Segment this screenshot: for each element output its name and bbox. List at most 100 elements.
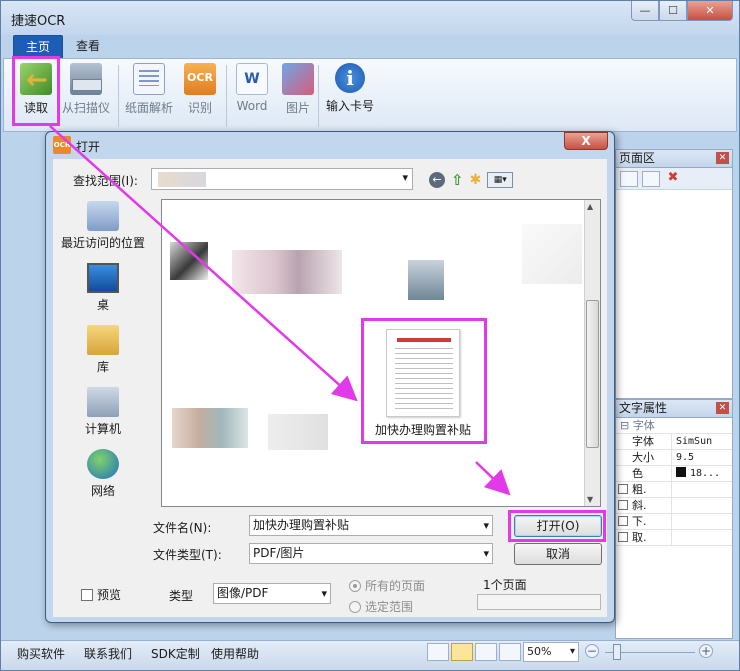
dialog-title: 打开 <box>76 140 101 154</box>
contact-us-link[interactable]: 联系我们 <box>84 645 132 662</box>
prop-row-underline[interactable]: 下. <box>616 514 732 530</box>
all-pages-radio[interactable] <box>349 579 361 592</box>
place-libraries[interactable]: 库 <box>53 325 153 375</box>
place-label: 网络 <box>90 484 115 498</box>
redacted-thumbnail[interactable] <box>522 224 582 284</box>
type-label: 类型 <box>169 589 194 603</box>
layout-icon <box>133 63 165 95</box>
back-icon[interactable]: ← <box>429 172 445 188</box>
redacted-thumbnail[interactable] <box>268 414 328 450</box>
redacted-thumbnail[interactable] <box>232 250 342 294</box>
ribbon-tabs: 主页 查看 <box>1 35 739 59</box>
prop-row-size[interactable]: 大小 9.5 <box>616 450 732 466</box>
nav-toolbar: ← ⇧ ✱ ▦▾ <box>429 171 514 189</box>
preview-option[interactable]: 预览 <box>81 586 121 603</box>
page-range-input[interactable] <box>477 594 601 610</box>
all-pages-option[interactable]: 所有的页面 <box>349 577 425 594</box>
file-type-label: 文件类型(T): <box>153 548 222 562</box>
place-label: 库 <box>96 360 109 374</box>
place-label: 计算机 <box>84 422 121 436</box>
file-type-select[interactable]: PDF/图片 <box>249 543 493 564</box>
pages-panel-title: 页面区 <box>619 151 656 165</box>
word-button-label: Word <box>236 99 268 113</box>
prop-value[interactable]: 9.5 <box>672 450 694 465</box>
image-view-icon[interactable] <box>451 643 473 661</box>
place-desktop[interactable]: 桌 <box>53 263 153 313</box>
zoom-slider-thumb[interactable] <box>613 644 621 660</box>
file-name-input[interactable]: 加快办理购置补贴 <box>249 515 493 536</box>
scan-button[interactable]: 从扫描仪 <box>62 63 110 116</box>
select-range-option[interactable]: 选定范围 <box>349 598 413 615</box>
prop-row-font[interactable]: 字体 SimSun <box>616 434 732 450</box>
list-view-icon[interactable] <box>642 170 660 187</box>
text-properties-close-icon[interactable]: ✕ <box>716 402 729 414</box>
places-bar: 最近访问的位置 桌 库 计算机 网络 <box>53 197 153 509</box>
redacted-thumbnail[interactable] <box>408 260 444 300</box>
file-list[interactable]: 加快办理购置补贴 ▲ ▼ <box>161 199 601 507</box>
word-button[interactable]: W Word <box>236 63 268 113</box>
underline-checkbox[interactable] <box>618 516 628 526</box>
split-view-icon[interactable] <box>499 643 521 661</box>
fit-page-icon[interactable] <box>427 643 449 661</box>
window-controls: — ☐ ✕ <box>631 1 733 21</box>
place-network[interactable]: 网络 <box>53 449 153 499</box>
scroll-down-icon[interactable]: ▼ <box>587 495 593 504</box>
prop-row-strike[interactable]: 取. <box>616 530 732 546</box>
desktop-icon <box>87 263 119 293</box>
scanner-icon <box>70 63 102 95</box>
help-link[interactable]: 使用帮助 <box>211 645 259 662</box>
italic-checkbox[interactable] <box>618 500 628 510</box>
preview-checkbox[interactable] <box>81 588 93 601</box>
prop-value[interactable]: 18... <box>672 466 720 481</box>
redacted-thumbnail[interactable] <box>172 408 248 448</box>
prop-row-color[interactable]: 色 18... <box>616 466 732 482</box>
view-menu-icon[interactable]: ▦▾ <box>487 172 514 188</box>
file-list-scrollbar[interactable]: ▲ ▼ <box>584 200 600 506</box>
cancel-button[interactable]: 取消 <box>514 543 602 565</box>
new-folder-icon[interactable]: ✱ <box>470 172 482 188</box>
sdk-custom-link[interactable]: SDK定制 <box>151 645 200 662</box>
type-select[interactable]: 图像/PDF <box>213 583 331 604</box>
enter-card-number-button[interactable]: i 输入卡号 <box>326 63 374 114</box>
layout-analysis-button[interactable]: 纸面解析 <box>125 63 173 116</box>
delete-page-icon[interactable]: ✖ <box>664 170 682 187</box>
zoom-out-icon[interactable]: − <box>585 644 599 658</box>
prop-row-bold[interactable]: 粗. <box>616 482 732 498</box>
close-button[interactable]: ✕ <box>687 1 733 21</box>
maximize-button[interactable]: ☐ <box>659 1 687 21</box>
scroll-up-icon[interactable]: ▲ <box>587 202 593 211</box>
place-recent[interactable]: 最近访问的位置 <box>53 201 153 251</box>
scroll-thumb[interactable] <box>586 300 599 448</box>
thumbnail-view-icon[interactable] <box>620 170 638 187</box>
select-range-radio[interactable] <box>349 600 361 613</box>
prop-row-italic[interactable]: 斜. <box>616 498 732 514</box>
file-name-label: 文件名(N): <box>153 521 212 535</box>
text-view-icon[interactable] <box>475 643 497 661</box>
place-label: 桌 <box>96 298 109 312</box>
zoom-select[interactable]: 50% <box>523 642 579 662</box>
strike-checkbox[interactable] <box>618 532 628 542</box>
prop-key: 取. <box>632 531 647 544</box>
recognize-button[interactable]: OCR 识别 <box>184 63 216 116</box>
dialog-close-button[interactable]: X <box>564 132 608 150</box>
place-computer[interactable]: 计算机 <box>53 387 153 437</box>
picture-button[interactable]: 图片 <box>282 63 314 116</box>
font-group-row[interactable]: ⊟ 字体 <box>616 418 732 434</box>
ribbon-separator <box>226 65 227 127</box>
prop-key: 斜. <box>632 499 647 512</box>
look-in-select[interactable] <box>151 168 413 190</box>
bold-checkbox[interactable] <box>618 484 628 494</box>
prop-key: 下. <box>632 515 647 528</box>
up-folder-icon[interactable]: ⇧ <box>451 171 464 189</box>
library-icon <box>87 325 119 355</box>
pages-panel-close-icon[interactable]: ✕ <box>716 152 729 164</box>
ribbon-separator <box>318 65 319 127</box>
redacted-thumbnail[interactable] <box>170 242 208 280</box>
collapse-icon[interactable]: ⊟ <box>620 419 629 432</box>
tab-view[interactable]: 查看 <box>64 35 112 59</box>
prop-value[interactable]: SimSun <box>672 434 712 449</box>
recent-places-icon <box>87 201 119 231</box>
zoom-in-icon[interactable]: + <box>699 644 713 658</box>
buy-software-link[interactable]: 购买软件 <box>17 645 65 662</box>
minimize-button[interactable]: — <box>631 1 659 21</box>
